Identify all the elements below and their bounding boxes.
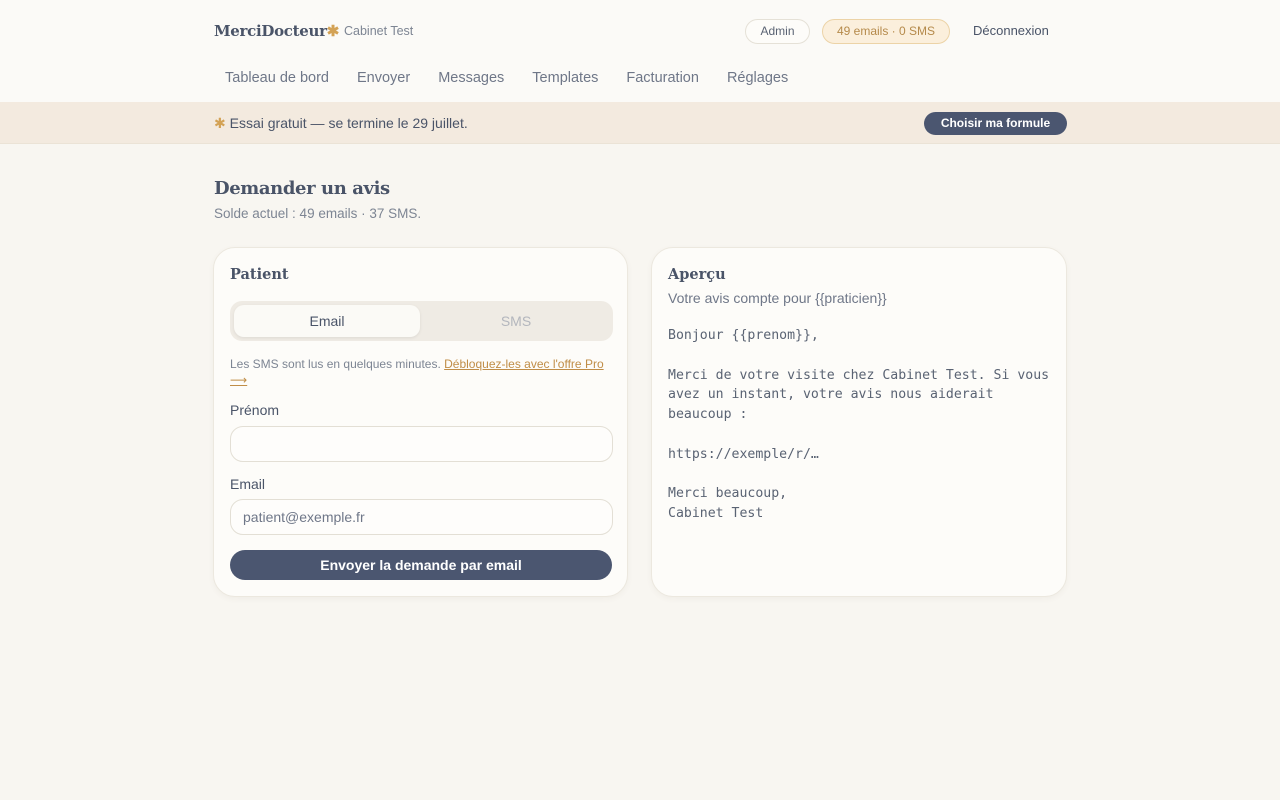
email-label: Email [230, 476, 266, 492]
sms-hint: Les SMS sont lus en quelques minutes. Dé… [230, 356, 615, 388]
preview-message-body: Bonjour {{prenom}}, Merci de votre visit… [668, 328, 1050, 522]
main-nav: Tableau de bord Envoyer Messages Templat… [225, 70, 816, 86]
cabinet-name: Cabinet Test [344, 24, 414, 38]
nav-item-messages[interactable]: Messages [438, 70, 504, 86]
banner-star-icon: ✱ [214, 115, 226, 131]
logout-link[interactable]: Déconnexion [973, 23, 1049, 38]
trial-banner-text: ✱ Essai gratuit — se termine le 29 juill… [214, 115, 468, 132]
page-title: Demander un avis [214, 178, 390, 199]
nav-item-settings[interactable]: Réglages [727, 70, 788, 86]
first-name-label: Prénom [230, 402, 280, 418]
admin-badge[interactable]: Admin [745, 19, 810, 44]
channel-toggle: Email SMS [230, 301, 613, 341]
email-input[interactable] [230, 499, 613, 535]
nav-item-templates[interactable]: Templates [532, 70, 598, 86]
choose-plan-button[interactable]: Choisir ma formule [924, 112, 1067, 135]
quota-badge: 49 emails · 0 SMS [822, 19, 950, 44]
brand-star-icon: ✱ [326, 22, 340, 40]
tab-email[interactable]: Email [234, 305, 420, 337]
nav-item-billing[interactable]: Facturation [626, 70, 699, 86]
preview-card-title: Aperçu [668, 266, 726, 283]
brand-logo[interactable]: MerciDocteur✱ [214, 22, 339, 40]
trial-banner: ✱ Essai gratuit — se termine le 29 juill… [0, 102, 1280, 144]
balance-subtitle: Solde actuel : 49 emails · 37 SMS. [214, 206, 422, 221]
patient-card-title: Patient [230, 266, 289, 283]
preview-subject: Votre avis compte pour {{praticien}} [668, 290, 887, 306]
preview-card: Aperçu Votre avis compte pour {{praticie… [651, 247, 1067, 597]
top-header: MerciDocteur✱ Cabinet Test Admin 49 emai… [0, 0, 1280, 102]
first-name-input[interactable] [230, 426, 613, 462]
send-request-button[interactable]: Envoyer la demande par email [230, 550, 612, 580]
brand-name: MerciDocteur [214, 22, 327, 40]
trial-message: Essai gratuit — se termine le 29 juillet… [229, 115, 468, 131]
nav-item-dashboard[interactable]: Tableau de bord [225, 70, 329, 86]
patient-card: Patient Email SMS Les SMS sont lus en qu… [213, 247, 628, 597]
tab-sms[interactable]: SMS [423, 305, 609, 337]
nav-item-send[interactable]: Envoyer [357, 70, 410, 86]
sms-hint-text: Les SMS sont lus en quelques minutes. [230, 357, 445, 371]
